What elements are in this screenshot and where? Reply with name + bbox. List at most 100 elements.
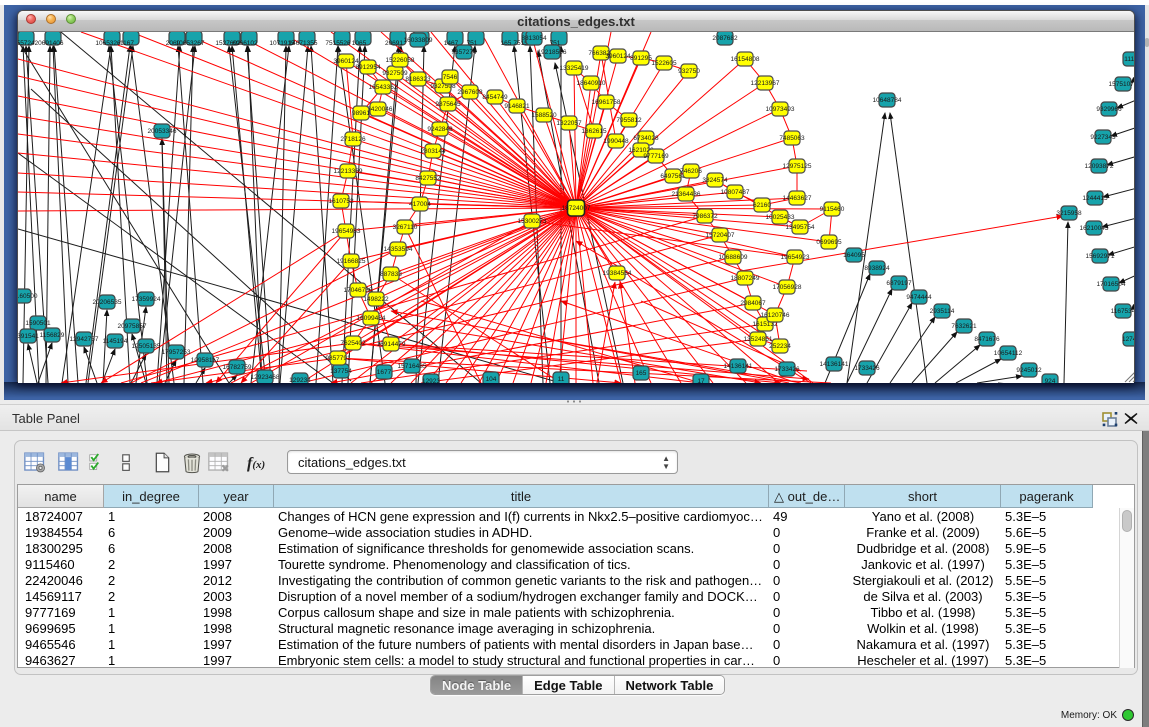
svg-text:391541: 391541 [18,333,39,340]
svg-text:17957253: 17957253 [162,349,191,356]
svg-text:2718126: 2718126 [340,136,366,143]
svg-text:924: 924 [1045,378,1056,383]
svg-text:14463627: 14463627 [783,195,812,202]
svg-text:1990448: 1990448 [603,138,629,145]
svg-text:15692971: 15692971 [1086,253,1115,260]
svg-text:7625402: 7625402 [340,340,366,347]
svg-text:16914479: 16914479 [377,341,406,348]
svg-text:9227343: 9227343 [1090,134,1116,141]
svg-text:1733426: 1733426 [854,365,880,372]
svg-text:9329966: 9329966 [1096,106,1122,113]
svg-text:14671355: 14671355 [289,40,318,47]
svg-text:10648784: 10648784 [873,97,902,104]
svg-text:1065: 1065 [352,40,367,47]
svg-text:746206: 746206 [680,168,702,175]
svg-text:104: 104 [486,376,497,383]
svg-text:2087682: 2087682 [712,35,738,42]
svg-text:6966102: 6966102 [232,40,258,47]
svg-text:13524851: 13524851 [744,336,773,343]
svg-text:16543362: 16543362 [369,84,398,91]
svg-text:891295: 891295 [630,55,652,62]
svg-text:12923468: 12923468 [251,374,280,381]
svg-text:16099484: 16099484 [357,315,386,322]
svg-text:15720407: 15720407 [706,232,735,239]
svg-text:1156829: 1156829 [40,332,65,339]
svg-text:20053346: 20053346 [148,128,177,135]
svg-text:7986372: 7986372 [692,213,718,220]
svg-text:9115460: 9115460 [820,206,845,213]
svg-text:10688609: 10688609 [719,254,748,261]
svg-text:16961758: 16961758 [592,99,621,106]
svg-text:62160: 62160 [753,202,771,209]
svg-text:9327509: 9327509 [382,70,408,77]
svg-text:7546: 7546 [443,74,458,81]
svg-text:1677: 1677 [377,369,392,376]
svg-text:2984067: 2984067 [740,300,766,307]
svg-text:9875645: 9875645 [435,101,461,108]
svg-text:12942757: 12942757 [70,336,99,343]
svg-text:14136141: 14136141 [820,361,849,368]
svg-text:2803144: 2803144 [420,148,446,155]
svg-text:19166825: 19166825 [337,258,366,265]
svg-text:10025433: 10025433 [766,214,795,221]
svg-text:15300273: 15300273 [518,218,547,225]
svg-text:1498222: 1498222 [363,296,389,303]
svg-text:18724007: 18724007 [562,205,591,212]
svg-text:15751074: 15751074 [1109,81,1134,88]
svg-text:8813054: 8813054 [521,35,547,42]
svg-text:417004: 417004 [409,201,431,208]
svg-text:19654983: 19654983 [332,228,361,235]
svg-text:164095: 164095 [843,252,865,259]
svg-text:2935114: 2935114 [930,308,955,315]
svg-text:252234: 252234 [769,343,791,350]
svg-text:12923: 12923 [422,378,440,383]
svg-text:1065326: 1065326 [95,40,121,47]
svg-text:20691406: 20691406 [35,40,64,47]
svg-text:9146821: 9146821 [504,103,530,110]
svg-text:1167: 1167 [120,40,134,47]
svg-text:14353594: 14353594 [384,246,413,253]
svg-text:8454749: 8454749 [482,94,508,101]
svg-text:15716485: 15716485 [398,363,427,370]
svg-text:12213967: 12213967 [751,80,780,87]
svg-text:3824574: 3824574 [702,177,728,184]
svg-text:6879197: 6879197 [886,280,912,287]
svg-text:1733426: 1733426 [774,366,800,373]
svg-text:7632621: 7632621 [951,323,977,330]
svg-text:3215958: 3215958 [1056,210,1082,217]
svg-text:1522605: 1522605 [651,60,677,67]
svg-text:19654923: 19654923 [781,254,810,261]
svg-text:1322057: 1322057 [556,120,582,127]
svg-text:10807487: 10807487 [721,189,750,196]
svg-text:12093872: 12093872 [1085,163,1114,170]
svg-text:12975125: 12975125 [783,163,812,170]
svg-text:137754: 137754 [330,368,352,375]
svg-text:10653267: 10653267 [176,40,205,47]
svg-text:8471676: 8471676 [974,336,1000,343]
svg-text:12213369: 12213369 [334,168,363,175]
svg-text:8186323: 8186323 [405,76,431,83]
svg-text:16033809: 16033809 [404,37,433,44]
svg-text:0699695: 0699695 [816,239,842,246]
svg-text:21364436: 21364436 [672,191,701,198]
svg-text:1145194: 1145194 [103,338,128,345]
svg-text:9474444: 9474444 [906,294,932,301]
svg-text:8427552: 8427552 [415,175,441,182]
svg-text:932750: 932750 [678,68,700,75]
svg-text:1588520: 1588520 [531,112,557,119]
svg-text:10973493: 10973493 [766,106,795,113]
svg-text:1362615: 1362615 [581,128,607,135]
svg-text:20691: 20691 [385,40,403,47]
svg-text:7357274: 7357274 [451,49,477,56]
svg-text:1167534: 1167534 [1111,308,1134,315]
svg-text:1117: 1117 [1124,56,1134,63]
svg-text:8938924: 8938924 [864,265,890,272]
svg-text:15226058: 15226058 [386,57,415,64]
svg-text:7515526: 7515526 [325,40,351,47]
svg-text:1610752: 1610752 [328,198,354,205]
svg-text:14136141: 14136141 [724,363,753,370]
svg-text:8912954: 8912954 [355,64,381,71]
svg-text:1590501: 1590501 [25,320,51,327]
svg-text:11: 11 [558,376,565,383]
svg-text:19384554: 19384554 [603,270,632,277]
